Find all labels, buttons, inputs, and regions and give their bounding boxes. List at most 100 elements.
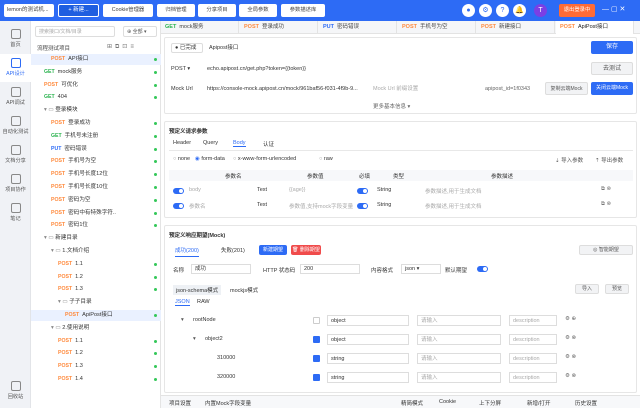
url-input[interactable]: echo.apipost.cn/get.php?token={{token}}	[207, 64, 497, 74]
schema-actions-icon[interactable]: ⚙ ⊗	[565, 335, 576, 341]
param-vtype[interactable]: String	[377, 202, 417, 208]
name-input[interactable]: 成功	[191, 264, 251, 274]
tree-item[interactable]: GET mock服务	[31, 67, 161, 78]
split-link[interactable]: 上下分屏	[479, 399, 501, 407]
param-enable-toggle[interactable]	[173, 188, 184, 194]
schema-actions-icon[interactable]: ⚙ ⊗	[565, 373, 576, 379]
params-tab[interactable]: Query	[203, 140, 218, 146]
avatar[interactable]: T	[534, 4, 547, 17]
schema-desc-input[interactable]: description	[509, 372, 557, 383]
schema-type-select[interactable]: object	[327, 315, 409, 326]
exit-button[interactable]: 退出登录中	[559, 4, 595, 17]
tree-item[interactable]: POST 密码1位	[31, 220, 161, 231]
rail-recycle[interactable]: 回收站	[0, 377, 31, 405]
save-button[interactable]: 保存	[591, 41, 633, 54]
global-params-button[interactable]: 全局参数	[239, 4, 277, 17]
rail-notes[interactable]: 笔记	[0, 199, 31, 227]
tree-item[interactable]: POST 1.3	[31, 284, 161, 295]
params-tab[interactable]: Body	[233, 140, 246, 147]
mock-vars-link[interactable]: 内置Mock字段变量	[205, 399, 251, 407]
tab-item[interactable]: POST 新建接口	[477, 21, 555, 34]
tree-item[interactable]: POST 密码中有特殊字符..	[31, 208, 161, 219]
rail-team[interactable]: 项目协作	[0, 170, 31, 198]
tree-folder[interactable]: ▾ ▭ 新建目录	[31, 233, 161, 244]
tree-item[interactable]: POST ApiPost接口	[31, 310, 161, 321]
tree-item[interactable]: POST 手机号为空	[31, 156, 161, 167]
tree-item[interactable]: PUT 密码错误	[31, 144, 161, 155]
delete-expect-button[interactable]: 🗑 删除期望	[291, 245, 321, 255]
tree-item[interactable]: POST 1.4	[31, 374, 161, 385]
rail-auto-test[interactable]: 自动化测试	[0, 112, 31, 140]
param-type[interactable]: Text	[257, 202, 285, 208]
mock-url-prefix-input[interactable]: Mock Url 前缀设置	[373, 84, 418, 94]
tree-item[interactable]: POST 可优化	[31, 80, 161, 91]
method-select[interactable]: POST ▾	[171, 64, 201, 74]
tab-item[interactable]: GET mock服务	[161, 21, 239, 34]
schema-desc-input[interactable]: description	[509, 315, 557, 326]
project-switcher[interactable]: lemon的测试机...	[4, 4, 54, 17]
tree-item[interactable]: POST API接口	[31, 54, 161, 65]
required-checkbox[interactable]	[313, 336, 320, 343]
tree-folder[interactable]: ▾ ▭ 2.使用说明	[31, 323, 161, 334]
tree-item[interactable]: GET 手机号未注册	[31, 131, 161, 142]
new-button[interactable]: + 新建...	[58, 4, 99, 17]
param-vtype[interactable]: String	[377, 187, 417, 193]
tree-item[interactable]: POST 登录成功	[31, 118, 161, 129]
schema-desc-input[interactable]: description	[509, 334, 557, 345]
tree-item[interactable]: GET 404	[31, 92, 161, 103]
go-test-button[interactable]: 去测试	[591, 62, 633, 75]
ctype-select[interactable]: json ▾	[401, 264, 441, 274]
body-mode-radio[interactable]: ○ none	[173, 156, 190, 162]
settings-icon[interactable]: ⚙	[479, 4, 492, 17]
tree-folder[interactable]: ▾ ▭ 登录模块	[31, 105, 161, 116]
row-actions-icon[interactable]: ⧉ ⊗	[601, 201, 611, 208]
json-tab[interactable]: JSON	[175, 299, 190, 306]
schema-key[interactable]: object2	[205, 336, 223, 342]
body-mode-radio[interactable]: ◉ form-data	[195, 156, 225, 162]
tree-search-input[interactable]: 搜索接口/文档/目录	[35, 26, 115, 37]
params-tab[interactable]: 认证	[263, 140, 274, 148]
schema-mock-input[interactable]: 请输入	[417, 315, 501, 326]
more-info-toggle[interactable]: 更多基本信息 ▾	[373, 102, 410, 110]
required-checkbox[interactable]	[313, 355, 320, 362]
required-checkbox[interactable]	[313, 374, 320, 381]
schema-mock-input[interactable]: 请输入	[417, 353, 501, 364]
param-enable-toggle[interactable]	[173, 203, 184, 209]
schema-key[interactable]: 320000	[217, 374, 235, 380]
tree-item[interactable]: POST 密码为空	[31, 195, 161, 206]
tree-folder[interactable]: ▾ ▭ 1.文档介绍	[31, 246, 161, 257]
body-mode-radio[interactable]: ○ raw	[319, 156, 333, 162]
tab-item[interactable]: POST 手机号为空	[398, 21, 476, 34]
param-desc[interactable]: 参数描述,用于生成文档	[425, 187, 575, 195]
param-value[interactable]: {{age}}	[289, 187, 359, 193]
schema-type-select[interactable]: string	[327, 372, 409, 383]
rail-api-design[interactable]: API设计	[0, 54, 31, 82]
copy-mock-button[interactable]: 复制云端Mock	[545, 82, 588, 95]
tree-item[interactable]: POST 1.2	[31, 272, 161, 283]
tab-success[interactable]: 成功(200)	[175, 246, 199, 257]
param-desc[interactable]: 参数描述,用于生成文档	[425, 202, 575, 210]
project-settings-link[interactable]: 项目设置	[169, 399, 191, 407]
tree-item[interactable]: POST 手机号长度10位	[31, 182, 161, 193]
schema-type-select[interactable]: string	[327, 353, 409, 364]
tab-item[interactable]: PUT 密码错误	[319, 21, 397, 34]
param-desc-lib-button[interactable]: 参数描述库	[281, 4, 325, 17]
tree-item[interactable]: POST 1.2	[31, 348, 161, 359]
tab-fail[interactable]: 失败(201)	[221, 246, 245, 256]
schema-mock-input[interactable]: 请输入	[417, 334, 501, 345]
new-expect-button[interactable]: 新建期望	[259, 245, 287, 255]
param-type[interactable]: Text	[257, 187, 285, 193]
row-actions-icon[interactable]: ⧉ ⊗	[601, 186, 611, 193]
tree-item[interactable]: POST 1.1	[31, 336, 161, 347]
close-mock-button[interactable]: 关闭云端Mock	[591, 82, 633, 95]
schema-mock-input[interactable]: 请输入	[417, 372, 501, 383]
expand-icon[interactable]: ▾	[181, 317, 184, 323]
history-settings-link[interactable]: 历史设置	[575, 399, 597, 407]
smart-expect-button[interactable]: ◎ 智能期望	[579, 245, 633, 255]
required-checkbox[interactable]	[313, 317, 320, 324]
tab-item[interactable]: POST ApiPost接口	[556, 21, 634, 34]
rail-home[interactable]: 首页	[0, 25, 31, 53]
param-name[interactable]: 参数名	[189, 202, 257, 210]
api-name-input[interactable]: Apipost接口	[209, 43, 529, 53]
sync-icon[interactable]: ●	[462, 4, 475, 17]
